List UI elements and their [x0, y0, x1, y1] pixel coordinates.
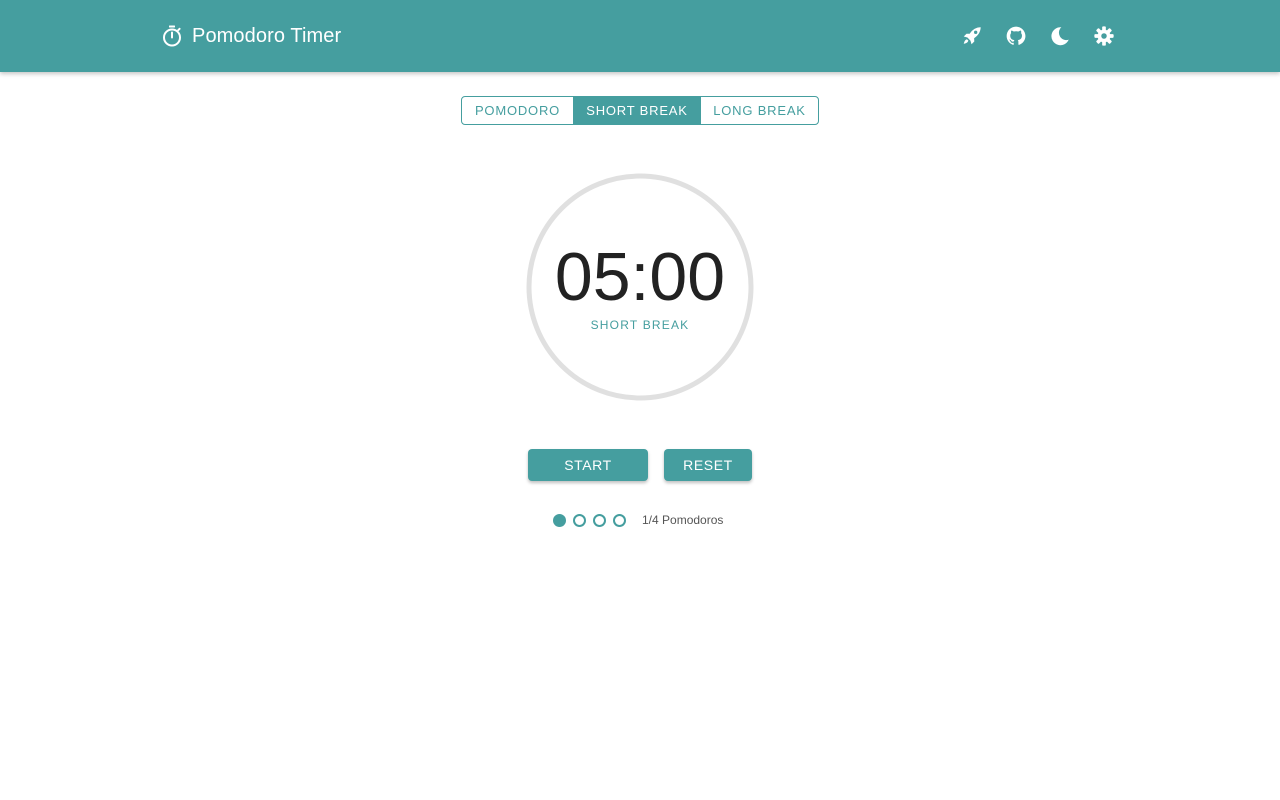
- progress-dots: [553, 513, 626, 527]
- timer-icon: [160, 24, 184, 48]
- progress-dot-complete: [553, 513, 566, 527]
- reset-button[interactable]: RESET: [664, 449, 752, 481]
- tab-pomodoro[interactable]: POMODORO: [462, 97, 574, 124]
- progress-dot-pending: [613, 513, 626, 527]
- app-bar: Pomodoro Timer: [0, 0, 1280, 72]
- settings-button[interactable]: [1082, 14, 1126, 58]
- tab-short-break[interactable]: SHORT BREAK: [574, 97, 701, 124]
- brand: Pomodoro Timer: [160, 0, 341, 72]
- timer-controls: START RESET: [528, 449, 752, 481]
- gear-icon: [1094, 26, 1114, 46]
- github-button[interactable]: [994, 14, 1038, 58]
- pomodoro-progress: 1/4 Pomodoros: [553, 512, 723, 528]
- time-remaining: 05:00: [554, 239, 726, 315]
- dark-mode-button[interactable]: [1038, 14, 1082, 58]
- header-actions: [950, 14, 1126, 58]
- github-icon: [1006, 26, 1026, 45]
- app-title: Pomodoro Timer: [192, 24, 342, 47]
- moon-icon: [1051, 27, 1069, 46]
- rocket-icon: [963, 27, 981, 45]
- progress-dot-pending: [593, 513, 606, 527]
- progress-label: 1/4 Pomodoros: [642, 513, 724, 527]
- timer-dial: 05:00 SHORT BREAK: [526, 173, 754, 401]
- tab-long-break[interactable]: LONG BREAK: [701, 97, 818, 124]
- rocket-button[interactable]: [950, 14, 994, 58]
- progress-dot-pending: [573, 513, 586, 527]
- mode-tabs: POMODORO SHORT BREAK LONG BREAK: [461, 96, 819, 125]
- start-button[interactable]: START: [528, 449, 648, 481]
- current-mode-label: SHORT BREAK: [590, 318, 690, 332]
